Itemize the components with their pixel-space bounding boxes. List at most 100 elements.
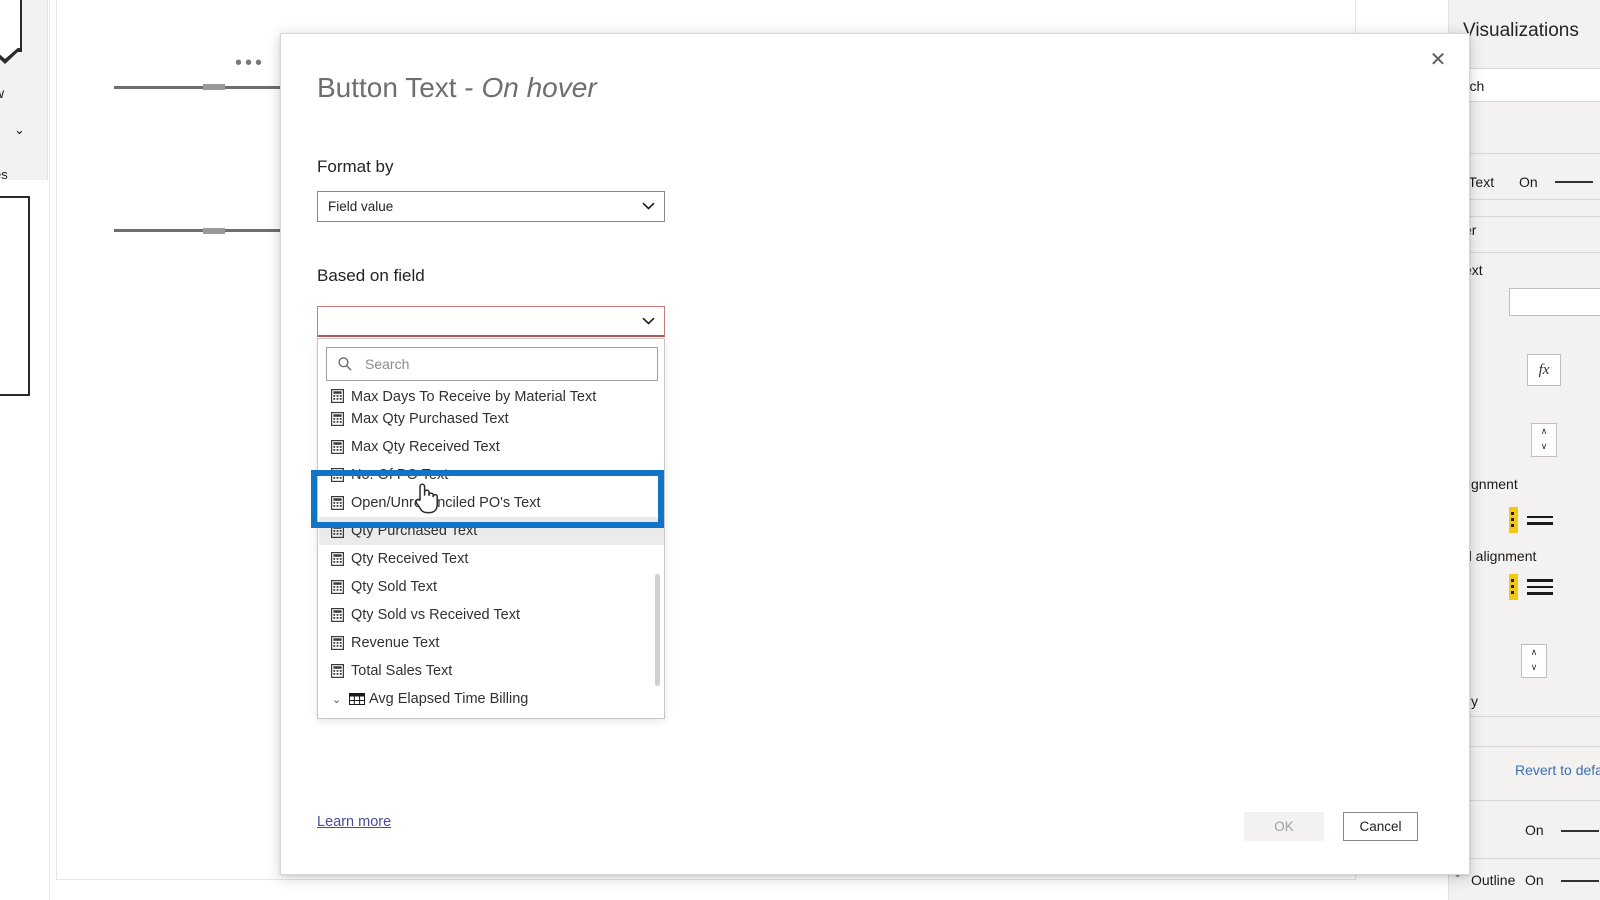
- resize-handle-bottom[interactable]: [203, 228, 225, 234]
- align-selected-indicator-icon[interactable]: [1509, 507, 1518, 533]
- list-item[interactable]: Total Sales Text: [319, 657, 665, 685]
- font-size-spinner-1[interactable]: ∧ ∨: [1531, 423, 1557, 457]
- measure-glyph: [331, 664, 344, 678]
- dialog-title: Button Text - On hover: [317, 72, 597, 104]
- spinner2-down-icon[interactable]: ∨: [1522, 660, 1546, 675]
- conditional-formatting-fx-button[interactable]: fx: [1527, 354, 1561, 386]
- list-item-label: Avg Elapsed Time Billing: [369, 691, 528, 707]
- list-item[interactable]: Revenue Text: [319, 629, 665, 657]
- measure-icon: [331, 496, 344, 510]
- format-by-value: Field value: [328, 199, 393, 214]
- spinner2-up-icon[interactable]: ∧: [1522, 645, 1546, 660]
- pane-divider-2: [1449, 252, 1600, 253]
- vertical-alignment-control[interactable]: [1509, 507, 1553, 533]
- measure-glyph: [331, 524, 344, 538]
- spinner-down-icon[interactable]: ∨: [1532, 439, 1556, 454]
- measure-glyph: [331, 440, 344, 454]
- chevron-down-glyph-2: [642, 317, 655, 325]
- left-toolbar-label-1: w: [0, 85, 4, 101]
- list-item[interactable]: Qty Received Text: [319, 545, 665, 573]
- measure-icon: [331, 580, 344, 594]
- align-middle-icon[interactable]: [1527, 516, 1553, 525]
- pane-divider-4: [1449, 746, 1600, 747]
- list-item-label: Max Qty Received Text: [351, 439, 500, 455]
- align-justify-icon[interactable]: [1527, 579, 1553, 595]
- cancel-button[interactable]: Cancel: [1343, 812, 1418, 841]
- dialog-title-state: On hover: [481, 72, 596, 103]
- chevron-down-icon[interactable]: ⌄: [332, 693, 341, 706]
- pane-outline-label[interactable]: Outline: [1471, 872, 1515, 888]
- measure-glyph: [331, 580, 344, 594]
- field-list[interactable]: Max Days To Receive by Material Text Max …: [319, 387, 665, 718]
- format-by-select[interactable]: Field value: [317, 191, 665, 222]
- list-item-label: Qty Purchased Text: [351, 523, 477, 539]
- list-item[interactable]: Max Qty Purchased Text: [319, 405, 665, 433]
- measure-glyph: [331, 552, 344, 566]
- measure-icon: [331, 440, 344, 454]
- left-toolbar-strip: w ⌄ es: [0, 0, 48, 180]
- list-item-label: Revenue Text: [351, 635, 439, 651]
- field-list-scrollbar-track[interactable]: [657, 389, 662, 717]
- resize-handle-top[interactable]: [203, 84, 225, 90]
- based-on-field-label: Based on field: [317, 266, 425, 286]
- list-item[interactable]: Max Days To Receive by Material Text: [319, 387, 665, 405]
- toggle-switch-2[interactable]: [1561, 880, 1599, 882]
- pane-toggle-on-1: On: [1525, 822, 1544, 838]
- tag-shape-icon: [0, 0, 22, 52]
- field-list-scrollbar-thumb[interactable]: [655, 574, 660, 686]
- list-item-label: Qty Sold vs Received Text: [351, 607, 520, 623]
- button-text-toggle[interactable]: [1555, 181, 1593, 183]
- dropdown-search-box[interactable]: [326, 347, 658, 381]
- measure-glyph: [331, 468, 344, 482]
- ok-button[interactable]: OK: [1244, 812, 1324, 841]
- pane-divider-3: [1449, 716, 1600, 717]
- conditional-formatting-dialog: ✕ Button Text - On hover Format by Field…: [280, 33, 1470, 875]
- list-item-label: Max Days To Receive by Material Text: [351, 389, 596, 405]
- pane-divider-5: [1449, 800, 1600, 801]
- list-item[interactable]: ⌄ Avg Elapsed Time Billing: [319, 685, 665, 713]
- field-dropdown-flyout: Max Days To Receive by Material Text Max …: [317, 338, 665, 719]
- close-icon[interactable]: ✕: [1418, 40, 1458, 78]
- table-icon: [349, 693, 365, 705]
- search-glyph: [337, 356, 353, 372]
- list-item[interactable]: Qty Purchased Text: [319, 517, 665, 545]
- measure-glyph: [331, 496, 344, 510]
- measure-icon: [331, 389, 344, 403]
- measure-glyph: [331, 608, 344, 622]
- pane-button-text-state: On: [1519, 174, 1538, 190]
- pane-general-section[interactable]: [1449, 120, 1600, 154]
- align-selected-indicator-icon-2[interactable]: [1509, 574, 1518, 600]
- list-item[interactable]: Qty Sold vs Received Text: [319, 601, 665, 629]
- list-item-label: Qty Received Text: [351, 551, 468, 567]
- toggle-switch-1[interactable]: [1561, 830, 1599, 832]
- list-item[interactable]: Open/Unreconciled PO's Text: [319, 489, 665, 517]
- measure-glyph: [331, 389, 344, 403]
- measure-icon: [331, 608, 344, 622]
- chevron-down-glyph: [642, 202, 655, 210]
- based-on-field-select[interactable]: [317, 306, 665, 337]
- list-item[interactable]: Qty Sold Text: [319, 573, 665, 601]
- powerbi-desktop-window: w ⌄ es ••• ‹ Visualizations arch: [0, 0, 1600, 900]
- search-icon: [337, 356, 353, 372]
- search-input[interactable]: [363, 348, 653, 380]
- measure-icon: [331, 636, 344, 650]
- dialog-title-main: Button Text -: [317, 72, 481, 103]
- chevron-down-icon: [642, 192, 655, 221]
- list-item-label: Max Qty Purchased Text: [351, 411, 509, 427]
- revert-to-default-link[interactable]: Revert to defa: [1515, 762, 1600, 778]
- learn-more-link[interactable]: Learn more: [317, 814, 391, 830]
- chevron-down-icon-2: [642, 307, 655, 336]
- left-toolbar-label-3: es: [0, 167, 8, 182]
- spinner-up-icon[interactable]: ∧: [1532, 424, 1556, 439]
- list-item[interactable]: Max Qty Received Text: [319, 433, 665, 461]
- button-text-input[interactable]: [1509, 288, 1600, 316]
- pane-title: Visualizations: [1463, 20, 1579, 42]
- chevron-down-icon[interactable]: ⌄: [14, 122, 25, 138]
- visual-more-options-icon[interactable]: •••: [235, 58, 265, 68]
- list-item[interactable]: No. Of PO Text: [319, 461, 665, 489]
- font-size-spinner-2[interactable]: ∧ ∨: [1521, 644, 1547, 678]
- measure-icon: [331, 552, 344, 566]
- horizontal-alignment-control[interactable]: [1509, 574, 1553, 600]
- list-item-label: Total Sales Text: [351, 663, 452, 679]
- visualizations-pane: ‹ Visualizations arch al n Text On ver T…: [1448, 0, 1600, 900]
